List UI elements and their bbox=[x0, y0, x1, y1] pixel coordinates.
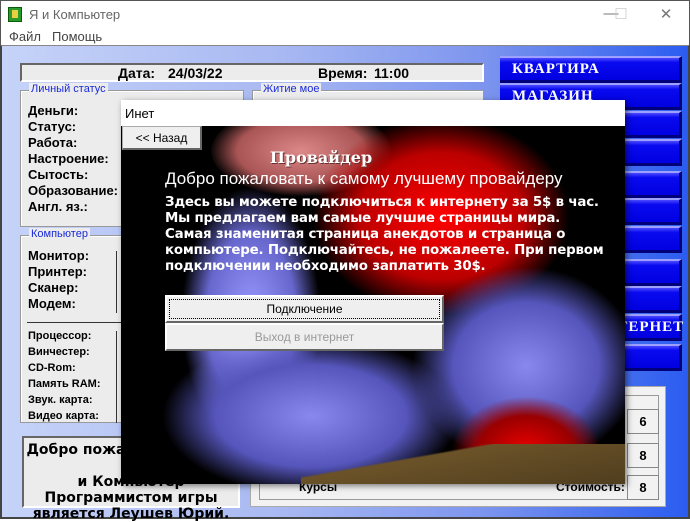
video-card-label: Видео карта: bbox=[28, 410, 99, 422]
maximize-button[interactable]: ☐ bbox=[606, 5, 636, 23]
nav-apartment-button[interactable]: КВАРТИРА bbox=[500, 56, 682, 83]
date-value: 24/03/22 bbox=[168, 65, 223, 81]
date-time-bar: Дата: 24/03/22 Время: 11:00 bbox=[20, 63, 484, 82]
go-online-button[interactable]: Выход в интернет bbox=[165, 323, 444, 351]
provider-description: Здесь вы можете подключиться к интернету… bbox=[165, 195, 604, 274]
printer-label: Принтер: bbox=[28, 264, 87, 279]
title-bar: Я и Компьютер — ☐ ✕ bbox=[0, 0, 690, 28]
money-label: Деньги: bbox=[28, 103, 79, 118]
life-legend: Житие мое bbox=[261, 83, 322, 95]
mood-label: Настроение: bbox=[28, 151, 109, 166]
ram-label: Память RAM: bbox=[28, 378, 101, 390]
value-box: 6 bbox=[627, 409, 659, 434]
time-value: 11:00 bbox=[374, 65, 410, 81]
back-button[interactable]: << Назад bbox=[122, 126, 202, 150]
value-box: 8 bbox=[627, 475, 659, 500]
divider bbox=[116, 251, 117, 313]
computer-legend: Компьютер bbox=[29, 228, 90, 240]
modem-label: Модем: bbox=[28, 296, 76, 311]
sound-card-label: Звук. карта: bbox=[28, 394, 93, 406]
scanner-label: Сканер: bbox=[28, 280, 79, 295]
menu-file[interactable]: Файл bbox=[9, 29, 41, 44]
monitor-label: Монитор: bbox=[28, 248, 90, 263]
time-label: Время: bbox=[318, 65, 368, 81]
value-box: 8 bbox=[627, 443, 659, 468]
work-label: Работа: bbox=[28, 135, 78, 150]
menu-bar: Файл Помощь bbox=[0, 28, 690, 45]
cdrom-label: CD-Rom: bbox=[28, 362, 76, 374]
satiety-label: Сытость: bbox=[28, 167, 89, 182]
english-label: Англ. яз.: bbox=[28, 199, 88, 214]
personal-status-legend: Личный статус bbox=[29, 83, 108, 95]
internet-dialog: Инет << Назад Провайдер Добро пожаловать… bbox=[121, 100, 625, 484]
education-label: Образование: bbox=[28, 183, 119, 198]
close-button[interactable]: ✕ bbox=[651, 5, 681, 23]
provider-heading: Провайдер bbox=[269, 148, 373, 167]
status-label: Статус: bbox=[28, 119, 77, 134]
connect-button[interactable]: Подключение bbox=[165, 295, 444, 323]
welcome-line: Программистом игры bbox=[44, 490, 218, 506]
hdd-label: Винчестер: bbox=[28, 346, 90, 358]
dialog-title: Инет bbox=[121, 100, 625, 126]
welcome-line: является Леушев Юрий. bbox=[32, 506, 230, 522]
menu-help[interactable]: Помощь bbox=[52, 29, 102, 44]
divider bbox=[116, 331, 117, 423]
cpu-label: Процессор: bbox=[28, 330, 92, 342]
app-icon bbox=[8, 7, 22, 22]
provider-welcome: Добро пожаловать к самому лучшему провай… bbox=[165, 169, 563, 188]
window-title: Я и Компьютер bbox=[29, 7, 121, 22]
date-label: Дата: bbox=[118, 65, 156, 81]
